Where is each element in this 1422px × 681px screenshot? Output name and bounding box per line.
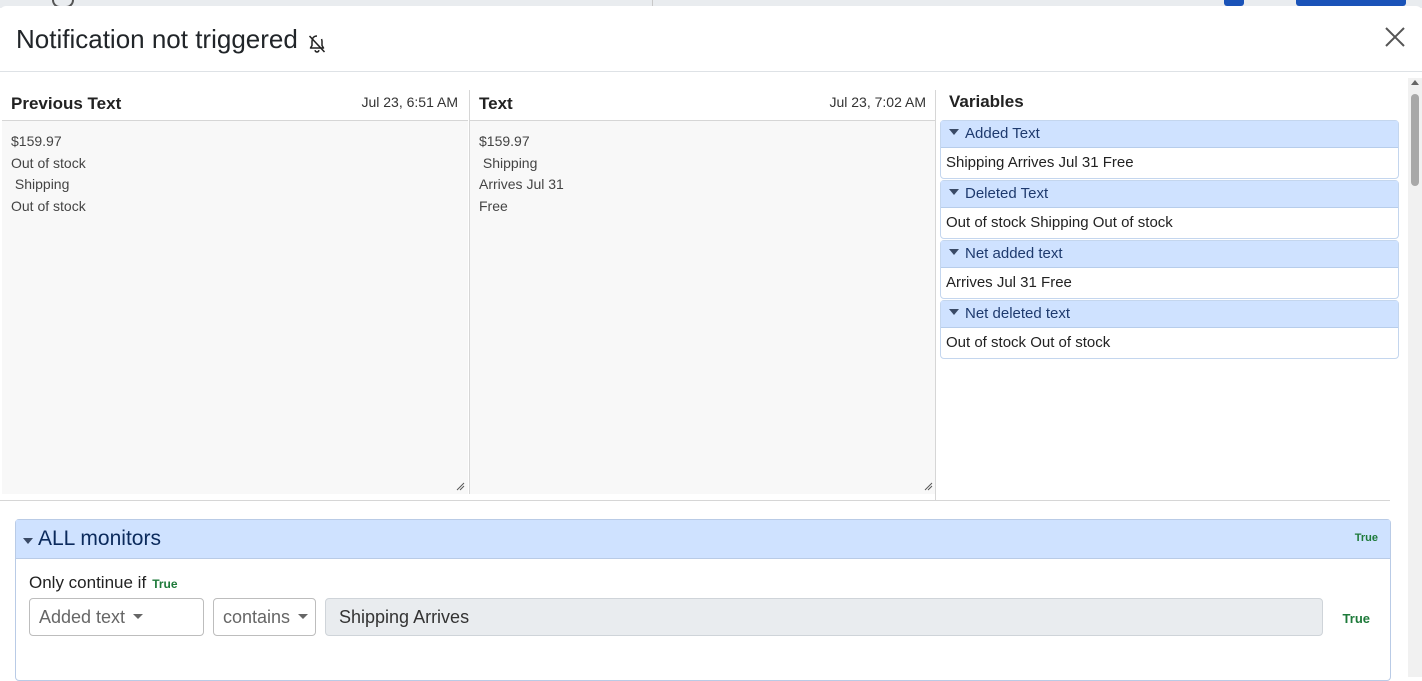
previous-text-timestamp: Jul 23, 6:51 AM	[361, 94, 458, 110]
previous-text-content[interactable]: $159.97 Out of stock Shipping Out of sto…	[2, 121, 468, 494]
variable-card-added-text: Added Text Shipping Arrives Jul 31 Free	[940, 120, 1399, 179]
caret-down-icon	[23, 538, 33, 544]
condition-value-input[interactable]	[325, 598, 1323, 636]
text-title: Text	[479, 94, 513, 113]
scroll-up-icon[interactable]	[1411, 80, 1419, 85]
dropdown-caret-icon	[298, 613, 309, 619]
modal-title: Notification not triggered	[16, 24, 328, 55]
caret-down-icon	[949, 309, 959, 316]
condition-label-text: Only continue if	[29, 573, 147, 592]
scroll-thumb[interactable]	[1411, 94, 1419, 186]
text-timestamp: Jul 23, 7:02 AM	[829, 94, 926, 110]
variable-label: Net deleted text	[965, 305, 1071, 322]
monitors-group: ALL monitors True Only continue if True A…	[15, 519, 1391, 681]
resize-handle-icon[interactable]	[923, 481, 933, 491]
text-content[interactable]: $159.97 Shipping Arrives Jul 31 Free	[470, 121, 936, 494]
text-pane: Text Jul 23, 7:02 AM $159.97 Shipping Ar…	[469, 90, 936, 494]
variables-panel: Variables Added Text Shipping Arrives Ju…	[940, 90, 1399, 360]
condition-status-badge: True	[152, 577, 178, 591]
monitors-title: ALL monitors	[38, 527, 161, 550]
resize-handle-icon[interactable]	[455, 481, 465, 491]
caret-down-icon	[949, 189, 959, 196]
variable-toggle-net-added-text[interactable]: Net added text	[941, 241, 1398, 268]
variable-toggle-deleted-text[interactable]: Deleted Text	[941, 181, 1398, 208]
variable-value: Shipping Arrives Jul 31 Free	[946, 154, 1134, 171]
variable-label: Added Text	[965, 125, 1040, 142]
caret-down-icon	[949, 249, 959, 256]
variables-title: Variables	[949, 92, 1024, 111]
variable-select-value: Added text	[39, 607, 126, 627]
column-divider	[935, 90, 936, 500]
monitors-status-badge: True	[1354, 532, 1378, 544]
close-icon	[1385, 27, 1405, 47]
section-divider	[0, 500, 1390, 501]
bell-slash-icon	[306, 31, 328, 53]
modal-scrollbar[interactable]	[1408, 78, 1422, 677]
notification-modal: Notification not triggered Previous Text…	[0, 6, 1422, 681]
text-header: Text Jul 23, 7:02 AM	[470, 90, 936, 121]
variable-card-net-added-text: Net added text Arrives Jul 31 Free	[940, 240, 1399, 299]
modal-header: Notification not triggered	[0, 6, 1422, 72]
monitors-toggle[interactable]: ALL monitors True	[16, 520, 1390, 559]
modal-title-text: Notification not triggered	[16, 24, 298, 54]
previous-text-pane: Previous Text Jul 23, 6:51 AM $159.97 Ou…	[2, 90, 468, 494]
previous-text-header: Previous Text Jul 23, 6:51 AM	[2, 90, 468, 121]
operator-select-value: contains	[223, 607, 291, 627]
close-button[interactable]	[1382, 24, 1408, 50]
variable-value: Arrives Jul 31 Free	[946, 274, 1072, 291]
variable-value: Out of stock Shipping Out of stock	[946, 214, 1173, 231]
condition-value-status-badge: True	[1342, 611, 1370, 626]
variable-label: Net added text	[965, 245, 1063, 262]
operator-select[interactable]: contains	[213, 598, 316, 636]
variable-value: Out of stock Out of stock	[946, 334, 1111, 351]
caret-down-icon	[949, 129, 959, 136]
variable-toggle-net-deleted-text[interactable]: Net deleted text	[941, 301, 1398, 328]
dropdown-caret-icon	[133, 613, 144, 619]
variable-select[interactable]: Added text	[29, 598, 204, 636]
variable-card-deleted-text: Deleted Text Out of stock Shipping Out o…	[940, 180, 1399, 239]
variable-toggle-added-text[interactable]: Added Text	[941, 121, 1398, 148]
variable-card-net-deleted-text: Net deleted text Out of stock Out of sto…	[940, 300, 1399, 359]
previous-text-title: Previous Text	[11, 94, 122, 113]
variable-label: Deleted Text	[965, 185, 1049, 202]
condition-label: Only continue if True	[29, 573, 178, 593]
